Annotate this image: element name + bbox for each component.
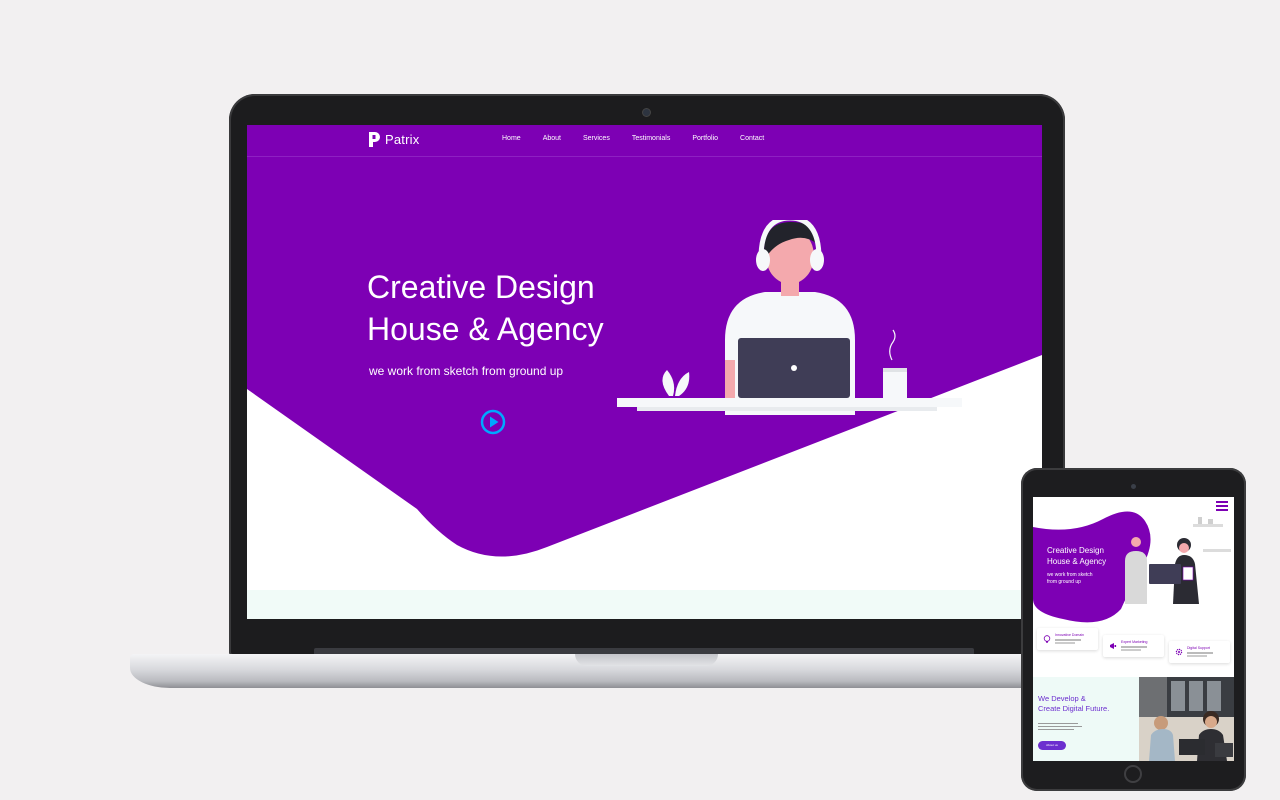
nav-item-services[interactable]: Services	[583, 135, 610, 142]
hero-title-line2: House & Agency	[367, 311, 604, 347]
tablet-about-title-line2: Create Digital Future.	[1038, 704, 1110, 713]
service-card-marketing[interactable]: Expert Marketing	[1103, 635, 1164, 657]
site-navbar: Patrix Home About Services Testimonials …	[247, 125, 1042, 157]
lightbulb-icon	[1043, 635, 1051, 643]
tablet-hero-title: Creative Design House & Agency	[1047, 545, 1137, 567]
brand-name: Patrix	[385, 132, 420, 147]
nav-item-portfolio[interactable]: Portfolio	[692, 135, 718, 142]
tablet-hero-subtitle-line1: we work from sketch	[1047, 572, 1093, 578]
tablet-about-title: We Develop & Create Digital Future.	[1038, 694, 1138, 714]
patrix-logo-icon	[369, 132, 380, 147]
laptop-screen: Patrix Home About Services Testimonials …	[247, 125, 1042, 619]
service-card-label: Innovative Domain	[1055, 633, 1084, 637]
tablet-hero-title-line1: Creative Design	[1047, 546, 1104, 555]
hero-subtitle: we work from sketch from ground up	[369, 364, 564, 378]
nav-item-testimonials[interactable]: Testimonials	[632, 135, 671, 142]
nav-item-contact[interactable]: Contact	[740, 135, 764, 142]
service-card-label: Expert Marketing	[1121, 640, 1148, 644]
gear-icon	[1175, 648, 1183, 656]
nav-item-home[interactable]: Home	[502, 135, 521, 142]
tablet-hero-title-line2: House & Agency	[1047, 557, 1107, 566]
tablet-screen: Creative Design House & Agency we work f…	[1033, 497, 1234, 761]
tablet-hero-subtitle-line2: from ground up	[1047, 579, 1081, 585]
brand-logo[interactable]: Patrix	[368, 131, 419, 148]
service-card-label: Digital Support	[1187, 646, 1210, 650]
tablet-hero-subtitle: we work from sketch from ground up	[1047, 572, 1107, 586]
about-us-button[interactable]: About us	[1038, 741, 1066, 750]
nav-menu: Home About Services Testimonials Portfol…	[502, 135, 786, 142]
megaphone-icon	[1110, 643, 1117, 649]
hero-title-line1: Creative Design	[367, 269, 595, 305]
play-circle-icon[interactable]	[480, 409, 506, 435]
tablet-about-title-line1: We Develop &	[1038, 694, 1086, 703]
tablet-camera	[1131, 484, 1136, 489]
service-card-innovative[interactable]: Innovative Domain	[1037, 628, 1098, 650]
laptop-camera	[643, 109, 650, 116]
nav-item-about[interactable]: About	[543, 135, 561, 142]
service-card-support[interactable]: Digital Support	[1169, 641, 1230, 663]
tablet-home-button[interactable]	[1124, 765, 1142, 783]
laptop-notch	[575, 654, 718, 666]
hero-bottom-strip	[247, 590, 1042, 619]
team-photo	[1139, 677, 1234, 761]
hero-illustration	[617, 220, 962, 415]
